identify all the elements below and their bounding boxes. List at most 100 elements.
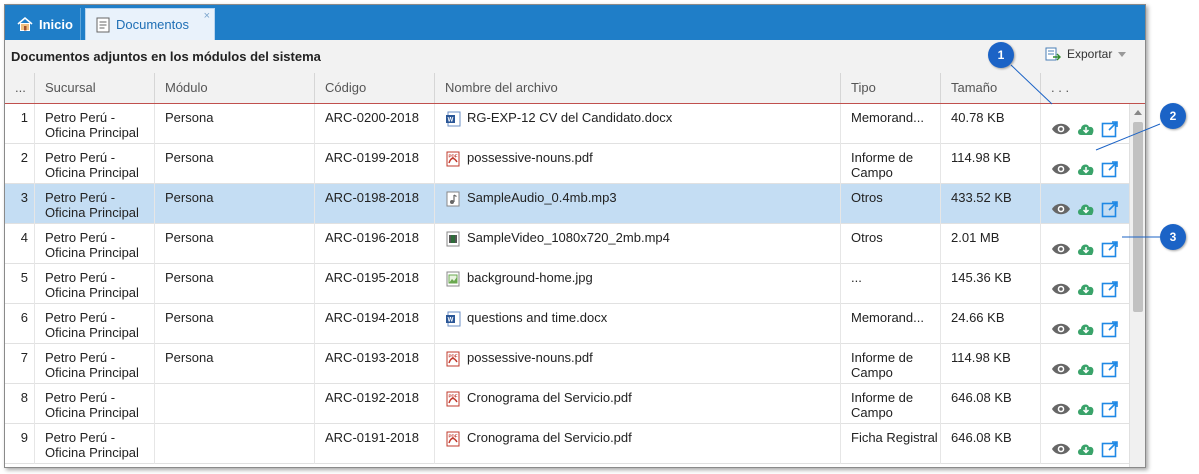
cell-sucursal: Petro Perú - Oficina Principal — [35, 104, 155, 144]
open-external-icon[interactable] — [1101, 240, 1119, 258]
scroll-thumb[interactable] — [1133, 122, 1143, 312]
cell-modulo: Persona — [155, 184, 315, 224]
header-modulo[interactable]: Módulo — [155, 73, 315, 103]
open-external-icon[interactable] — [1101, 360, 1119, 378]
table-row[interactable]: 9 Petro Perú - Oficina Principal ARC-0191-… — [5, 424, 1129, 464]
cell-num: 6 — [5, 304, 35, 344]
header-tipo[interactable]: Tipo — [841, 73, 941, 103]
open-external-icon[interactable] — [1101, 280, 1119, 298]
cell-num: 4 — [5, 224, 35, 264]
cell-modulo: Persona — [155, 304, 315, 344]
cell-tamano: 145.36 KB — [941, 264, 1041, 304]
file-name: Cronograma del Servicio.pdf — [467, 430, 632, 445]
cell-sucursal: Petro Perú - Oficina Principal — [35, 264, 155, 304]
header-sucursal[interactable]: Sucursal — [35, 73, 155, 103]
row-actions — [1041, 224, 1129, 264]
table-row[interactable]: 6 Petro Perú - Oficina Principal Persona AR… — [5, 304, 1129, 344]
view-eye-icon[interactable] — [1051, 442, 1071, 456]
view-eye-icon[interactable] — [1051, 402, 1071, 416]
row-actions — [1041, 264, 1129, 304]
cell-modulo: Persona — [155, 144, 315, 184]
callout-3: 3 — [1160, 224, 1186, 250]
pdf-file-icon: PDF — [445, 391, 461, 407]
callout-2: 2 — [1160, 103, 1186, 129]
cell-archivo: SampleAudio_0.4mb.mp3 — [435, 184, 841, 224]
svg-text:PDF: PDF — [449, 394, 458, 399]
cell-tipo: Informe de Campo — [841, 344, 941, 384]
table-row[interactable]: 2 Petro Perú - Oficina Principal Persona AR… — [5, 144, 1129, 184]
cell-tamano: 2.01 MB — [941, 224, 1041, 264]
cell-archivo: background-home.jpg — [435, 264, 841, 304]
cell-codigo: ARC-0193-2018 — [315, 344, 435, 384]
header-codigo[interactable]: Código — [315, 73, 435, 103]
table-header: ... Sucursal Módulo Código Nombre del ar… — [5, 73, 1145, 104]
view-eye-icon[interactable] — [1051, 322, 1071, 336]
cell-sucursal: Petro Perú - Oficina Principal — [35, 304, 155, 344]
cell-tamano: 646.08 KB — [941, 384, 1041, 424]
header-archivo[interactable]: Nombre del archivo — [435, 73, 841, 103]
document-icon — [96, 17, 110, 33]
tab-home[interactable]: Inicio — [9, 8, 81, 40]
open-external-icon[interactable] — [1101, 120, 1119, 138]
cell-sucursal: Petro Perú - Oficina Principal — [35, 384, 155, 424]
tab-documents[interactable]: Documentos × — [85, 8, 215, 40]
download-cloud-icon[interactable] — [1076, 362, 1096, 376]
download-cloud-icon[interactable] — [1076, 322, 1096, 336]
row-actions — [1041, 424, 1129, 464]
svg-text:PDF: PDF — [449, 354, 458, 359]
tab-documents-label: Documentos — [116, 17, 189, 32]
table-row[interactable]: 5 Petro Perú - Oficina Principal Persona AR… — [5, 264, 1129, 304]
header-tamano[interactable]: Tamaño — [941, 73, 1041, 103]
vertical-scrollbar[interactable] — [1129, 104, 1145, 467]
cell-modulo — [155, 424, 315, 464]
download-cloud-icon[interactable] — [1076, 122, 1096, 136]
open-external-icon[interactable] — [1101, 320, 1119, 338]
cell-num: 2 — [5, 144, 35, 184]
cell-num: 1 — [5, 104, 35, 144]
table-row[interactable]: 3 Petro Perú - Oficina Principal Persona AR… — [5, 184, 1129, 224]
cell-sucursal: Petro Perú - Oficina Principal — [35, 424, 155, 464]
export-button[interactable]: Exportar — [1045, 47, 1127, 61]
cell-tipo: Otros — [841, 224, 941, 264]
view-eye-icon[interactable] — [1051, 242, 1071, 256]
download-cloud-icon[interactable] — [1076, 242, 1096, 256]
pdf-file-icon: PDF — [445, 151, 461, 167]
view-eye-icon[interactable] — [1051, 282, 1071, 296]
download-cloud-icon[interactable] — [1076, 282, 1096, 296]
image-file-icon — [445, 271, 461, 287]
table-row[interactable]: 7 Petro Perú - Oficina Principal Persona AR… — [5, 344, 1129, 384]
cell-tipo: Memorand... — [841, 104, 941, 144]
tab-close-icon[interactable]: × — [204, 10, 210, 22]
download-cloud-icon[interactable] — [1076, 402, 1096, 416]
cell-codigo: ARC-0195-2018 — [315, 264, 435, 304]
open-external-icon[interactable] — [1101, 160, 1119, 178]
open-external-icon[interactable] — [1101, 440, 1119, 458]
cell-tipo: Ficha Registral — [841, 424, 941, 464]
cell-num: 7 — [5, 344, 35, 384]
table-row[interactable]: 8 Petro Perú - Oficina Principal ARC-0192-… — [5, 384, 1129, 424]
view-eye-icon[interactable] — [1051, 202, 1071, 216]
view-eye-icon[interactable] — [1051, 362, 1071, 376]
row-actions — [1041, 344, 1129, 384]
cell-archivo: PDF Cronograma del Servicio.pdf — [435, 384, 841, 424]
download-cloud-icon[interactable] — [1076, 202, 1096, 216]
view-eye-icon[interactable] — [1051, 162, 1071, 176]
open-external-icon[interactable] — [1101, 400, 1119, 418]
cell-archivo: PDF Cronograma del Servicio.pdf — [435, 424, 841, 464]
scroll-up-icon[interactable] — [1134, 110, 1142, 115]
table-row[interactable]: 4 Petro Perú - Oficina Principal Persona AR… — [5, 224, 1129, 264]
file-name: background-home.jpg — [467, 270, 593, 285]
download-cloud-icon[interactable] — [1076, 442, 1096, 456]
open-external-icon[interactable] — [1101, 200, 1119, 218]
view-eye-icon[interactable] — [1051, 122, 1071, 136]
header-row-number[interactable]: ... — [5, 73, 35, 103]
svg-text:W: W — [448, 318, 454, 324]
row-actions — [1041, 184, 1129, 224]
download-cloud-icon[interactable] — [1076, 162, 1096, 176]
cell-tipo: Memorand... — [841, 304, 941, 344]
table-row[interactable]: 1 Petro Perú - Oficina Principal Persona AR… — [5, 104, 1129, 144]
word-file-icon: W — [445, 311, 461, 327]
cell-modulo — [155, 384, 315, 424]
cell-archivo: Wquestions and time.docx — [435, 304, 841, 344]
export-label: Exportar — [1067, 47, 1113, 61]
